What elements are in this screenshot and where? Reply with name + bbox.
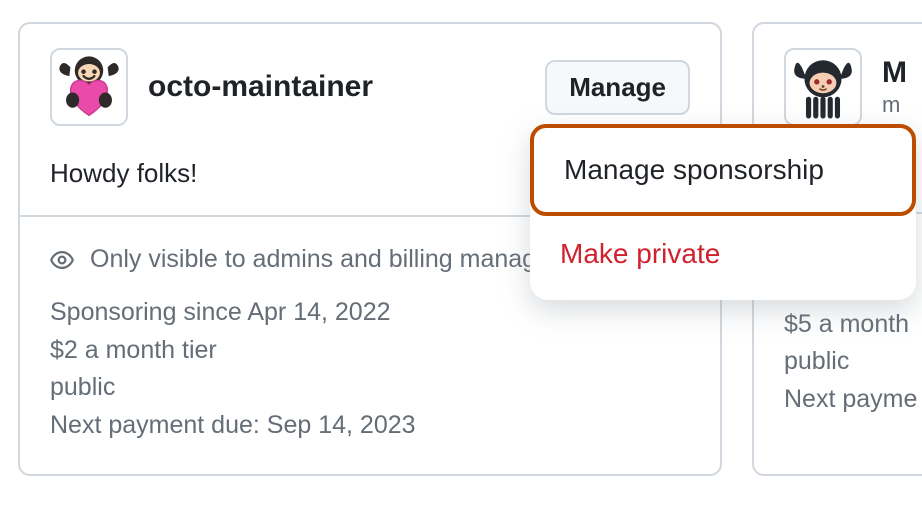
user-subline: m [882,92,922,118]
avatar [50,48,128,126]
menu-make-private[interactable]: Make private [530,216,916,298]
meta-privacy: public [784,343,922,381]
eye-icon [50,248,74,272]
mona-heart-icon [54,52,124,122]
manage-dropdown: Manage sponsorship Make private [530,124,916,300]
meta-next-payment: Next payment due: Sep 14, 2023 [50,407,690,445]
meta-tier: $2 a month tier [50,332,690,370]
menu-manage-sponsorship[interactable]: Manage sponsorship [530,124,916,216]
meta-next-payment: Next payme [784,381,922,419]
manage-button[interactable]: Manage [545,60,690,115]
username: octo-maintainer [148,70,525,104]
meta-tier: $5 a month [784,306,922,344]
octocat-icon [790,54,856,120]
avatar [784,48,862,126]
visibility-text: Only visible to admins and billing manag… [90,245,571,274]
username: M [882,56,922,90]
sponsor-meta: Sponsoring since Apr 14, 2022 $2 a month… [50,294,690,444]
meta-privacy: public [50,369,690,407]
